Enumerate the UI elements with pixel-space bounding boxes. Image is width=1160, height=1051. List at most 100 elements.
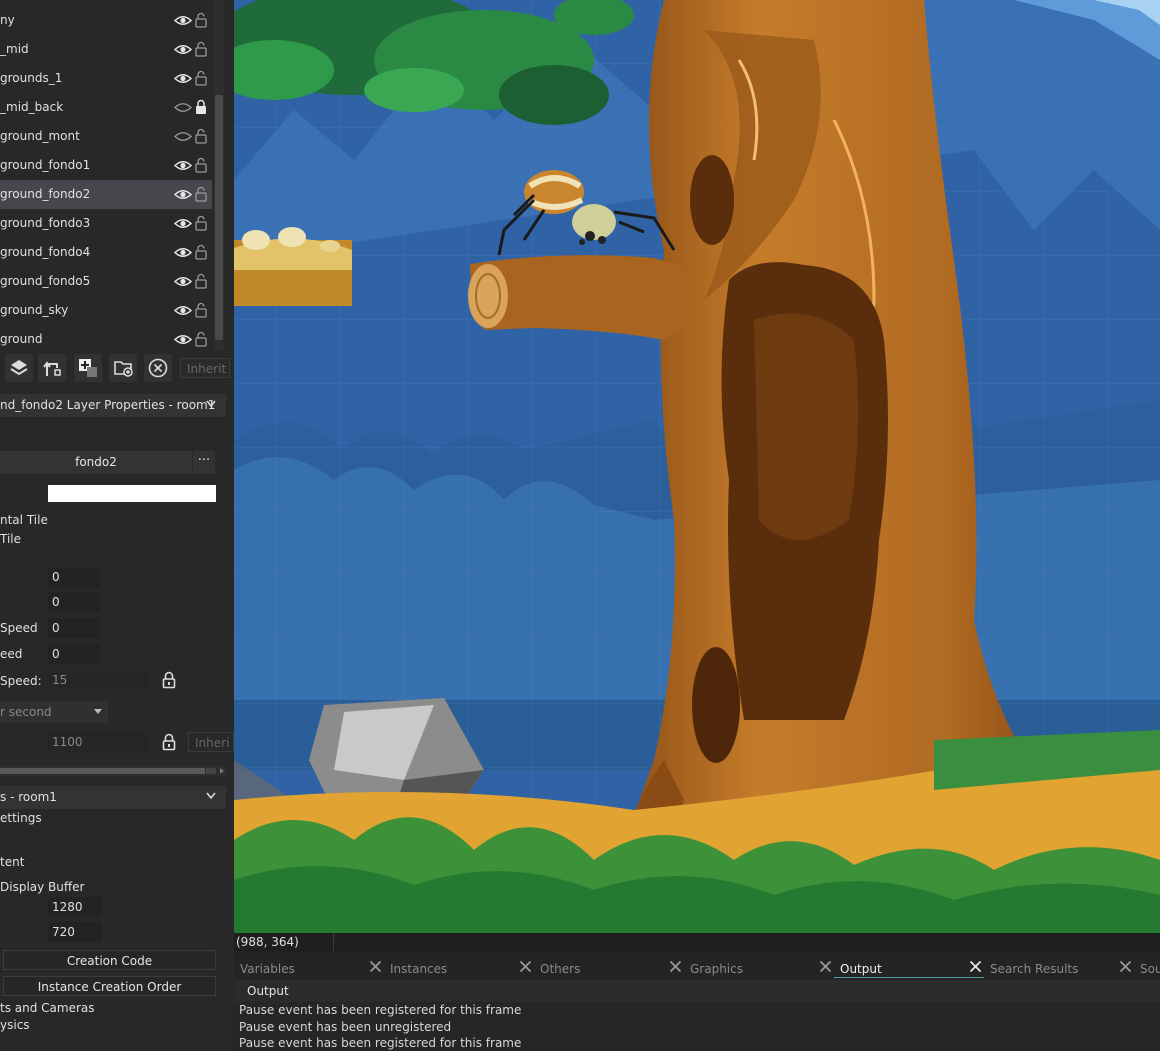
- unlock-icon[interactable]: [195, 302, 207, 318]
- unlock-icon[interactable]: [195, 273, 207, 289]
- unlock-icon[interactable]: [195, 70, 207, 86]
- colour-swatch[interactable]: [48, 485, 216, 502]
- layer-row[interactable]: ground: [0, 325, 212, 354]
- layer-row[interactable]: ground_sky: [0, 296, 212, 325]
- lock-icon[interactable]: [162, 733, 176, 751]
- layer-row[interactable]: ground_mont: [0, 122, 212, 151]
- background-sprite-field[interactable]: fondo2: [0, 451, 192, 474]
- unlock-icon[interactable]: [195, 244, 207, 260]
- layer-name: ground_sky: [0, 303, 69, 317]
- vspeed-label: eed: [0, 647, 23, 661]
- viewports-cameras-label[interactable]: ts and Cameras: [0, 1001, 95, 1015]
- eye-icon[interactable]: [174, 246, 192, 259]
- room-height-field[interactable]: 720: [48, 922, 102, 942]
- tab-variables[interactable]: Variables: [234, 958, 384, 980]
- unlock-icon[interactable]: [195, 12, 207, 28]
- layer-row[interactable]: ground_fondo5: [0, 267, 212, 296]
- tab-sou[interactable]: Sou: [1134, 958, 1160, 980]
- eye-hidden-icon[interactable]: [174, 130, 192, 143]
- hspeed-field[interactable]: 0: [48, 618, 100, 638]
- cursor-coordinates: (988, 364): [236, 935, 299, 949]
- physics-label[interactable]: ysics: [0, 1018, 30, 1032]
- bottom-tab-bar: Variables Instances Others Graphics Output Se…: [234, 958, 1160, 980]
- close-tab-icon[interactable]: [969, 960, 982, 973]
- close-tab-icon[interactable]: [819, 960, 832, 973]
- eye-icon[interactable]: [174, 304, 192, 317]
- layer-row[interactable]: ground_fondo2: [0, 180, 212, 209]
- persistent-label[interactable]: tent: [0, 855, 24, 869]
- chevron-down-icon: [206, 792, 216, 800]
- close-tab-icon[interactable]: [369, 960, 382, 973]
- output-line: Pause event has been registered for this…: [239, 1036, 522, 1050]
- vspeed-field[interactable]: 0: [48, 644, 100, 664]
- tab-instances[interactable]: Instances: [384, 958, 534, 980]
- layer-row[interactable]: ground_fondo4: [0, 238, 212, 267]
- horizontal-tile-label[interactable]: ntal Tile: [0, 513, 48, 527]
- y-offset-field[interactable]: 0: [48, 592, 100, 612]
- layer-name: ground_fondo1: [0, 158, 91, 172]
- eye-icon[interactable]: [174, 275, 192, 288]
- add-folder-icon[interactable]: [109, 354, 137, 382]
- layer-row[interactable]: grounds_1: [0, 64, 212, 93]
- speed-type-value: r second: [0, 705, 52, 719]
- inherit-depth-button[interactable]: Inheri: [188, 732, 234, 752]
- eye-icon[interactable]: [174, 188, 192, 201]
- layer-row[interactable]: ground_fondo3: [0, 209, 212, 238]
- layer-properties-header[interactable]: nd_fondo2 Layer Properties - room1: [0, 394, 226, 417]
- layer-row[interactable]: ny: [0, 6, 212, 35]
- unlock-icon[interactable]: [195, 215, 207, 231]
- tab-search-results[interactable]: Search Results: [984, 958, 1134, 980]
- unlock-icon[interactable]: [195, 186, 207, 202]
- speed-type-dropdown[interactable]: r second: [0, 701, 108, 723]
- eye-icon[interactable]: [174, 217, 192, 230]
- layer-name: ground_fondo3: [0, 216, 91, 230]
- unlock-icon[interactable]: [195, 128, 207, 144]
- layer-row[interactable]: _mid: [0, 35, 212, 64]
- inherit-layers-button[interactable]: Inherit: [180, 358, 230, 378]
- room-canvas[interactable]: [234, 0, 1160, 933]
- display-buffer-label[interactable]: Display Buffer: [0, 880, 84, 894]
- layer-row[interactable]: ground_fondo1: [0, 151, 212, 180]
- room-settings-label[interactable]: ettings: [0, 811, 42, 825]
- close-tab-icon[interactable]: [669, 960, 682, 973]
- eye-icon[interactable]: [174, 333, 192, 346]
- add-layer-icon[interactable]: [74, 354, 102, 382]
- delete-layer-icon[interactable]: [144, 354, 172, 382]
- layer-row[interactable]: _mid_back: [0, 93, 212, 122]
- eye-icon[interactable]: [174, 72, 192, 85]
- animation-speed-field[interactable]: 15: [48, 670, 148, 690]
- divider: [333, 933, 334, 951]
- eye-hidden-icon[interactable]: [174, 101, 192, 114]
- unlock-icon[interactable]: [195, 331, 207, 347]
- layer-toolbar: Inherit: [0, 352, 234, 384]
- sprite-menu-button[interactable]: ···: [193, 451, 215, 474]
- tab-output[interactable]: Output: [834, 958, 984, 980]
- tab-label: Variables: [240, 962, 295, 976]
- path-layer-icon[interactable]: [38, 354, 66, 382]
- lock-icon[interactable]: [162, 671, 176, 689]
- tab-others[interactable]: Others: [534, 958, 684, 980]
- eye-icon[interactable]: [174, 43, 192, 56]
- layer-name: ground_mont: [0, 129, 80, 143]
- tab-graphics[interactable]: Graphics: [684, 958, 834, 980]
- close-tab-icon[interactable]: [1119, 960, 1132, 973]
- close-tab-icon[interactable]: [519, 960, 532, 973]
- depth-field[interactable]: 1100: [48, 732, 148, 752]
- eye-icon[interactable]: [174, 159, 192, 172]
- creation-code-button[interactable]: Creation Code: [3, 950, 216, 970]
- unlock-icon[interactable]: [195, 41, 207, 57]
- instance-creation-order-button[interactable]: Instance Creation Order: [3, 976, 216, 996]
- scrollbar-thumb[interactable]: [215, 95, 223, 340]
- vertical-tile-label[interactable]: Tile: [0, 532, 21, 546]
- room-properties-header[interactable]: s - room1: [0, 786, 226, 809]
- layer-list-scrollbar[interactable]: [214, 0, 224, 350]
- unlock-icon[interactable]: [195, 157, 207, 173]
- scrollbar-thumb[interactable]: [0, 768, 205, 774]
- eye-icon[interactable]: [174, 14, 192, 27]
- properties-horizontal-scrollbar[interactable]: [0, 766, 226, 776]
- room-width-field[interactable]: 1280: [48, 897, 102, 917]
- x-offset-field[interactable]: 0: [48, 567, 100, 587]
- layer-type-icon[interactable]: [5, 354, 33, 382]
- scroll-right-icon[interactable]: [220, 768, 224, 774]
- lock-icon[interactable]: [195, 99, 207, 115]
